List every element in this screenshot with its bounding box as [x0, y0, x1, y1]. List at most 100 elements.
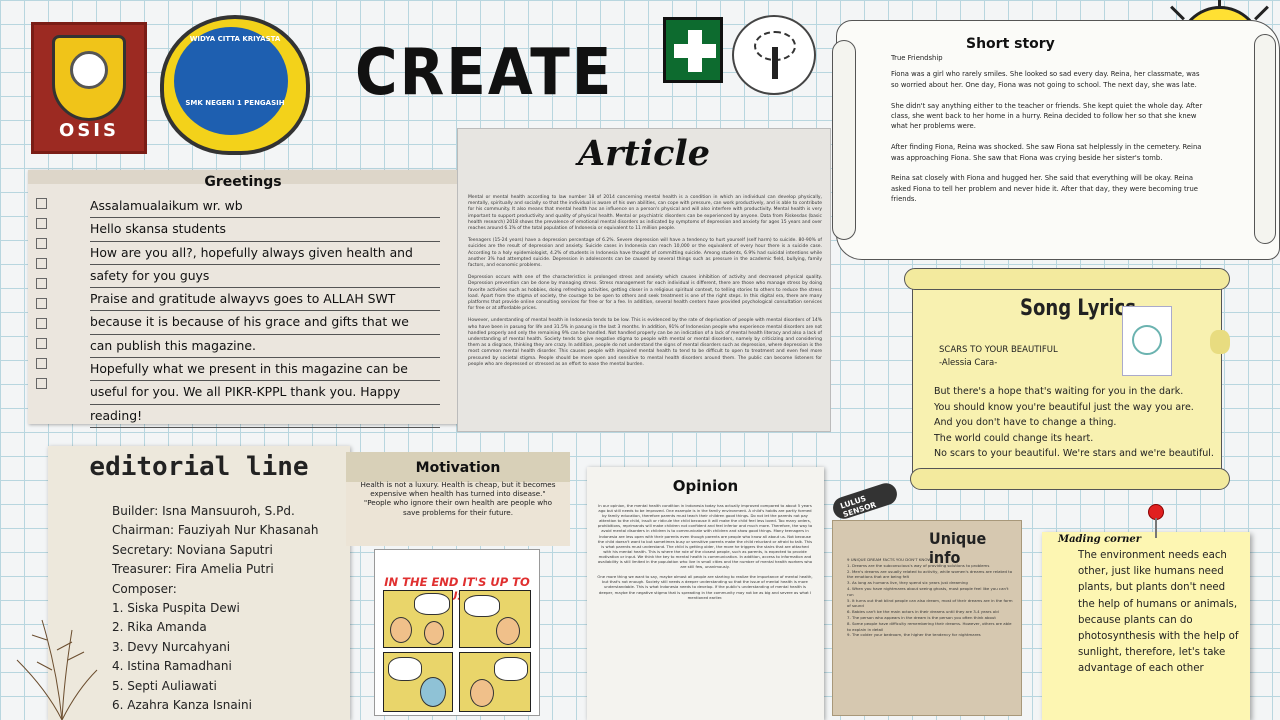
short-story-card: Short story True Friendship Fiona was a … — [832, 20, 1280, 260]
opinion-paragraph: One more thing we want to say, maybe alm… — [597, 574, 813, 600]
cross-icon-bar — [674, 44, 716, 58]
character-face — [390, 617, 412, 643]
plant-stem — [61, 669, 98, 720]
comic-panel — [459, 652, 531, 712]
unique-info-line: 9. The colder your bedroom, the higher t… — [847, 632, 981, 638]
lyric-line: You should know you're beautiful just th… — [934, 401, 1194, 413]
smk-logo-motto: WIDYA CITTA KRIYASTA — [189, 35, 281, 43]
character-face — [470, 679, 494, 707]
unique-info-card: Unique info 9 UNIQUE DREAM FACTS YOU DON… — [832, 520, 1022, 716]
plant-stem — [16, 659, 63, 720]
story-paragraph: Reina sat closely with Fiona and hugged … — [891, 174, 1198, 204]
song-logo-icon — [1122, 306, 1172, 376]
plant-leaves — [31, 634, 85, 671]
short-story-body: True Friendship Fiona was a girl who rar… — [891, 53, 1209, 215]
checkbox-icon — [36, 358, 47, 369]
unique-info-line: 4. When you have nightmares about seeing… — [847, 585, 1009, 597]
song-heading: SCARS TO YOUR BEAUTIFUL -Alessia Cara- — [939, 344, 1058, 370]
greeting-line: reading! — [90, 405, 440, 428]
editorial-line: Secretary: Noviana Saputri — [112, 542, 273, 557]
scroll-roll-right — [1254, 34, 1276, 244]
lyric-line: No scars to your beautiful. We're stars … — [934, 448, 1214, 459]
article-body: Mental or mental health according to law… — [468, 195, 822, 374]
comic-strip: IN THE END IT'S UP TO US — [374, 549, 540, 716]
speech-bubble — [494, 657, 528, 681]
editorial-line: 6. Azahra Kanza Isnaini — [112, 698, 252, 713]
comic-panel — [383, 590, 453, 648]
smk-logo-text: SMK NEGERI 1 PENGASIH — [185, 99, 285, 107]
unique-info-line: 5. It turns out that blind people can al… — [847, 597, 1013, 609]
story-paragraph: Fiona was a girl who rarely smiles. She … — [891, 70, 1200, 89]
smk-logo: SMK NEGERI 1 PENGASIH WIDYA CITTA KRIYAS… — [160, 15, 310, 155]
speech-bubble — [414, 593, 450, 615]
article-paragraph: However, understanding of mental health … — [468, 318, 822, 367]
sun-ray — [1254, 5, 1269, 21]
smk-inner-circle — [174, 27, 288, 135]
tree-trunk — [772, 47, 778, 79]
page-title: CREATE — [355, 34, 614, 110]
comic-panel — [383, 652, 453, 712]
greeting-line: Hopefully what we present in this magazi… — [90, 358, 440, 382]
article-card: Article Mental or mental health accordin… — [457, 128, 831, 432]
editorial-line: 2. Rika Amanda — [112, 620, 207, 635]
article-paragraph: Teenagers (15-24 years) have a depressio… — [468, 238, 822, 269]
greeting-line: can publish this magazine. — [90, 335, 440, 359]
editorial-title: editorial line — [89, 452, 309, 482]
opinion-body: In our opinion, the mental health condit… — [597, 503, 813, 605]
greeting-line: Hello skansa students — [90, 218, 440, 242]
lyric-line: The world could change its heart. — [934, 432, 1094, 444]
greetings-lines: Assalamualaikum wr. wb Hello skansa stud… — [90, 195, 440, 428]
article-paragraph: Mental or mental health according to law… — [468, 195, 822, 232]
editorial-list: Builder: Isna Mansuuroh, S.Pd. Chairman:… — [112, 502, 319, 715]
motivation-title: Motivation — [415, 460, 501, 476]
story-paragraph: After finding Fiona, Reina was shocked. … — [891, 143, 1202, 162]
greeting-line: How are you all?, hopefully always given… — [90, 242, 440, 265]
mading-corner-text: The environment needs each other, just l… — [1078, 550, 1239, 675]
mading-corner-title: Mading corner — [1058, 534, 1142, 545]
checkbox-icon — [36, 218, 47, 229]
tree-logo — [732, 15, 816, 95]
lyric-line: But there's a hope that's waiting for yo… — [934, 386, 1184, 397]
sun-ray — [1170, 5, 1185, 21]
unique-info-line: 2. Men's dreams are usually related to a… — [847, 568, 1013, 580]
checkbox-icon — [36, 298, 47, 309]
greetings-card: Greetings Assalamualaikum wr. wb Hello s… — [28, 170, 458, 428]
unique-info-line: 8. Some people have difficulty rememberi… — [847, 620, 1012, 632]
motivation-text: Health is not a luxury. Health is cheap,… — [360, 480, 556, 517]
checkbox-icon — [36, 378, 47, 389]
checkbox-icon — [36, 258, 47, 269]
editorial-line: Chairman: Fauziyah Nur Khasanah — [112, 523, 319, 538]
editorial-line: 5. Septi Auliawati — [112, 678, 217, 693]
checkbox-icon — [36, 278, 47, 289]
character-face — [424, 621, 444, 645]
greetings-title: Greetings — [204, 174, 282, 190]
character-face — [496, 617, 520, 645]
opinion-title: Opinion — [672, 477, 739, 495]
checkbox-column — [32, 198, 62, 398]
sensor-label: LULUS SENSOR — [839, 493, 878, 520]
editorial-line: 1. Siska Puspita Dewi — [112, 601, 240, 616]
checkbox-icon — [36, 318, 47, 329]
motivation-card: Motivation Health is not a luxury. Healt… — [346, 452, 570, 546]
osis-logo-label: OSIS — [59, 120, 119, 141]
song-artist: -Alessia Cara- — [939, 358, 998, 368]
story-paragraph: True Friendship — [891, 54, 943, 62]
article-paragraph: Depression occurs with one of the charac… — [468, 275, 822, 312]
push-pin-icon — [1146, 504, 1166, 540]
unique-info-line: 7. The person who appears in the dream i… — [847, 614, 996, 620]
opinion-paragraph: In our opinion, the mental health condit… — [597, 503, 813, 570]
checkbox-icon — [36, 198, 47, 209]
greeting-line: useful for you. We all PIKR-KPPL thank y… — [90, 381, 440, 405]
pin-needle — [1155, 518, 1157, 538]
lyric-line: And you don't have to change a thing. — [934, 417, 1117, 428]
character-face — [420, 677, 446, 707]
greeting-line: Praise and gratitude alwayvs goes to ALL… — [90, 288, 440, 312]
speech-bubble — [388, 657, 422, 681]
osis-logo: OSIS — [31, 22, 147, 154]
song-lyrics: But there's a hope that's waiting for yo… — [934, 384, 1214, 462]
editorial-line: Treasurer: Fira Amelia Putri — [112, 562, 274, 577]
opinion-card: Opinion In our opinion, the mental healt… — [587, 467, 824, 720]
editorial-line: 4. Istina Ramadhani — [112, 659, 232, 674]
dried-plant-icon — [16, 619, 98, 720]
health-cross-logo — [663, 17, 723, 83]
